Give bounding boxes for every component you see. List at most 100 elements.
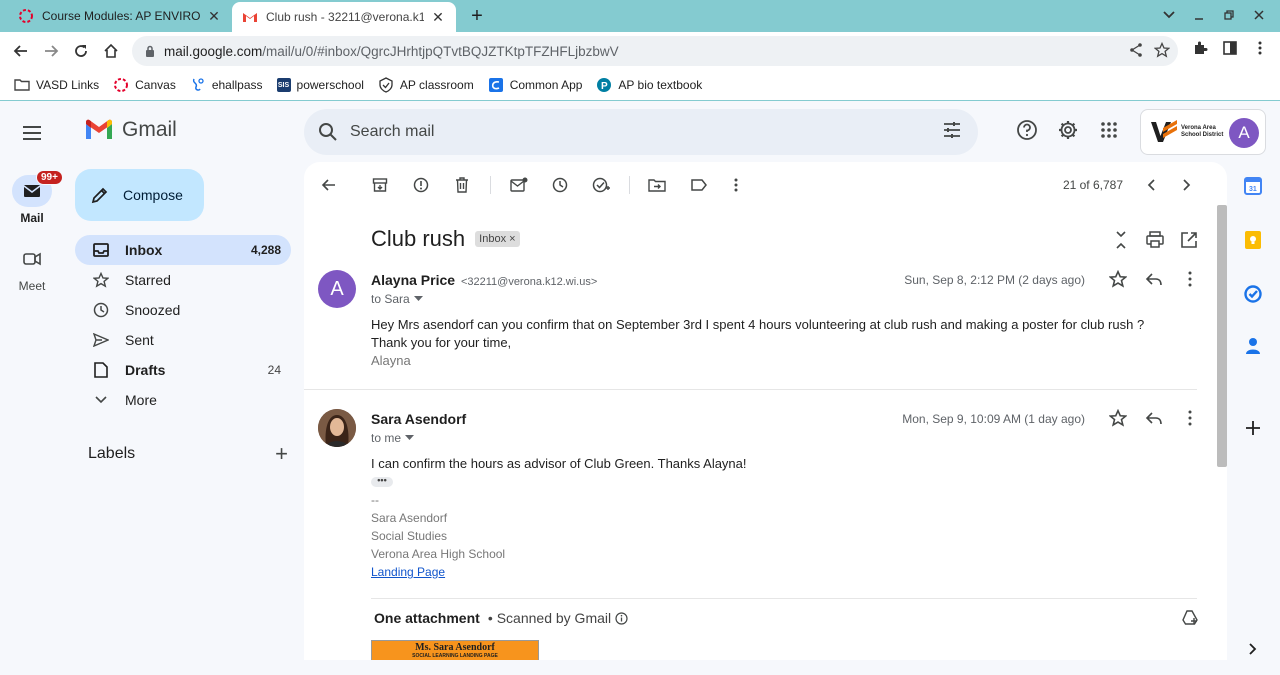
sender-photo-avatar[interactable]: [318, 409, 356, 447]
tab-search-icon[interactable]: [1156, 4, 1182, 26]
back-to-inbox-icon[interactable]: [318, 174, 340, 196]
mark-unread-icon[interactable]: [508, 174, 530, 196]
star-icon[interactable]: [1109, 270, 1127, 288]
remove-label-button[interactable]: ×: [509, 233, 515, 245]
sis-icon: SIS: [276, 78, 291, 92]
more-options-icon[interactable]: [1181, 409, 1199, 427]
message-body: I can confirm the hours as advisor of Cl…: [371, 455, 747, 473]
address-bar[interactable]: mail.google.com/mail/u/0/#inbox/QgrcJHrh…: [132, 36, 1178, 66]
main-menu-icon[interactable]: [20, 121, 44, 145]
close-window-icon[interactable]: [1246, 4, 1272, 26]
thumbnail-subtitle: SOCIAL LEARNING LANDING PAGE: [412, 653, 498, 659]
minimize-icon[interactable]: [1186, 4, 1212, 26]
attachment-thumbnail[interactable]: Ms. Sara Asendorf SOCIAL LEARNING LANDIN…: [371, 640, 539, 660]
url-path: /mail/u/0/#inbox/QgrcJHrhtjpQTvtBQJZTKtp…: [262, 43, 619, 59]
close-icon[interactable]: ✕: [430, 9, 446, 25]
bookmark-label: AP classroom: [399, 78, 474, 92]
help-icon[interactable]: [1016, 119, 1038, 141]
sender-name[interactable]: Alayna Price: [371, 272, 455, 288]
delete-icon[interactable]: [451, 174, 473, 196]
new-tab-button[interactable]: +: [466, 5, 488, 27]
bookmark-star-icon[interactable]: [1154, 42, 1170, 58]
nav-item-more[interactable]: More: [75, 385, 291, 415]
nav-item-snoozed[interactable]: Snoozed: [75, 295, 291, 325]
gmail-logo[interactable]: Gmail: [84, 118, 177, 142]
search-input[interactable]: [350, 123, 910, 141]
bookmark-ap-bio-textbook[interactable]: P AP bio textbook: [596, 77, 702, 93]
tab-course-modules[interactable]: Course Modules: AP ENVIRONM ✕: [8, 2, 232, 30]
nav-item-inbox[interactable]: Inbox 4,288: [75, 235, 291, 265]
nav-label: Sent: [125, 332, 154, 348]
open-new-window-icon[interactable]: [1179, 230, 1199, 250]
bookmark-powerschool[interactable]: SIS powerschool: [276, 78, 364, 92]
add-label-button[interactable]: +: [275, 441, 288, 467]
canvas-icon: [19, 9, 33, 23]
nav-label: Inbox: [125, 242, 163, 258]
keep-icon[interactable]: [1242, 229, 1264, 251]
bookmark-canvas[interactable]: Canvas: [113, 77, 176, 93]
nav-item-sent[interactable]: Sent: [75, 325, 291, 355]
landing-page-link[interactable]: Landing Page: [371, 563, 505, 581]
older-chevron-right-icon[interactable]: [1176, 174, 1198, 196]
bookmark-ap-classroom[interactable]: AP classroom: [378, 77, 474, 93]
menu-kebab-icon[interactable]: [1252, 40, 1268, 56]
add-task-icon[interactable]: [590, 174, 612, 196]
close-icon[interactable]: ✕: [206, 8, 222, 24]
add-to-drive-icon[interactable]: [1181, 610, 1199, 626]
account-switcher[interactable]: Verona Area School District A: [1140, 109, 1266, 155]
sender-name[interactable]: Sara Asendorf: [371, 411, 466, 427]
print-icon[interactable]: [1145, 230, 1165, 250]
reload-icon[interactable]: [68, 38, 94, 64]
bookmark-vasd-links[interactable]: VASD Links: [14, 77, 99, 93]
district-name: Verona Area School District: [1181, 125, 1224, 138]
star-icon[interactable]: [1109, 409, 1127, 427]
nav-item-starred[interactable]: Starred: [75, 265, 291, 295]
back-icon[interactable]: [8, 38, 34, 64]
url-host: mail.google.com: [164, 43, 263, 59]
tasks-icon[interactable]: [1242, 283, 1264, 305]
forward-icon[interactable]: [38, 38, 64, 64]
recipient-line[interactable]: to Sara: [371, 292, 423, 306]
calendar-icon[interactable]: 31: [1242, 175, 1264, 197]
share-icon[interactable]: [1128, 42, 1144, 58]
snooze-clock-icon[interactable]: [549, 174, 571, 196]
side-panel-icon[interactable]: [1222, 40, 1238, 56]
report-spam-icon[interactable]: [410, 174, 432, 196]
sender-avatar[interactable]: A: [318, 270, 356, 308]
nav-item-drafts[interactable]: Drafts 24: [75, 355, 291, 385]
toolbar-divider: [629, 176, 630, 194]
more-options-icon[interactable]: [1181, 270, 1199, 288]
sender-line: Alayna Price <32211@verona.k12.wi.us>: [371, 272, 597, 288]
bookmark-common-app[interactable]: Common App: [488, 77, 582, 93]
contacts-icon[interactable]: [1242, 335, 1264, 357]
reply-icon[interactable]: [1145, 270, 1163, 288]
archive-icon[interactable]: [369, 174, 391, 196]
apps-grid-icon[interactable]: [1098, 119, 1120, 141]
toolbar-divider: [490, 176, 491, 194]
search-icon[interactable]: [318, 122, 338, 142]
tab-club-rush[interactable]: Club rush - 32211@verona.k12. ✕: [232, 2, 456, 32]
home-icon[interactable]: [98, 38, 124, 64]
more-options-icon[interactable]: [725, 174, 747, 196]
restore-icon[interactable]: [1216, 4, 1242, 26]
mail-icon: [23, 185, 41, 197]
account-avatar[interactable]: A: [1229, 118, 1259, 148]
label-icon[interactable]: [688, 174, 710, 196]
search-options-icon[interactable]: [942, 120, 962, 140]
move-to-icon[interactable]: [646, 174, 668, 196]
recipient-line[interactable]: to me: [371, 431, 415, 445]
compose-button[interactable]: Compose: [75, 169, 204, 221]
reply-icon[interactable]: [1145, 409, 1163, 427]
bookmark-ehallpass[interactable]: ehallpass: [190, 77, 263, 93]
add-addon-icon[interactable]: [1242, 417, 1264, 439]
expand-panel-chevron-icon[interactable]: [1242, 638, 1264, 660]
newer-chevron-left-icon[interactable]: [1140, 174, 1162, 196]
scrollbar-thumb[interactable]: [1217, 205, 1227, 467]
settings-gear-icon[interactable]: [1057, 119, 1079, 141]
rail-mail[interactable]: 99+ Mail: [0, 170, 64, 225]
extensions-icon[interactable]: [1192, 40, 1208, 56]
collapse-all-icon[interactable]: [1111, 230, 1131, 250]
rail-meet[interactable]: Meet: [0, 243, 64, 293]
show-trimmed-content-button[interactable]: •••: [371, 476, 393, 487]
info-icon[interactable]: [615, 611, 628, 625]
